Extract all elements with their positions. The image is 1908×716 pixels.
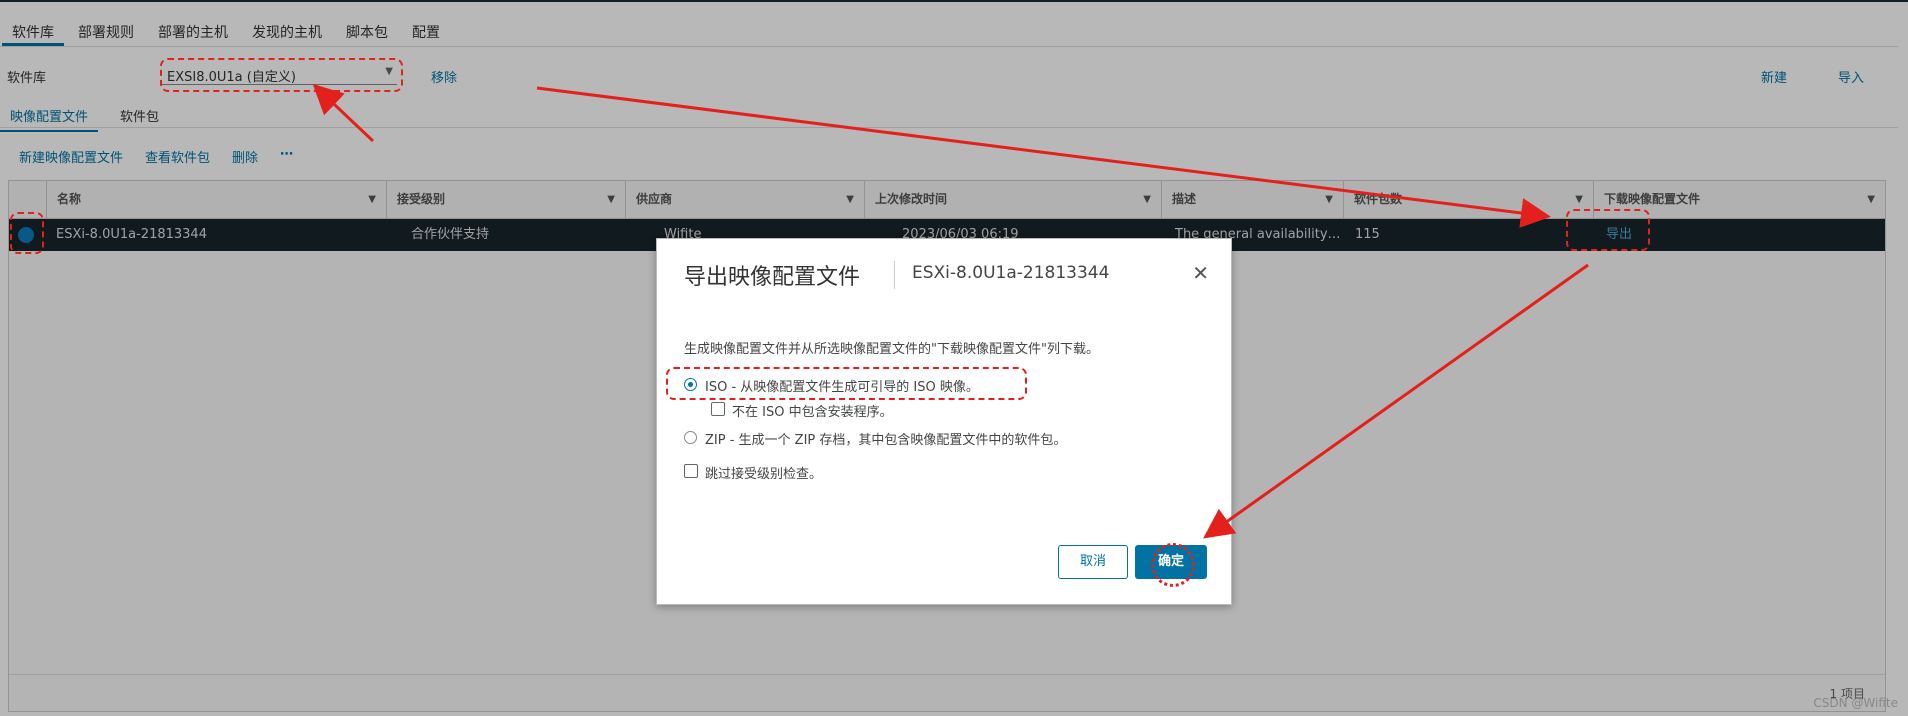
arrow-to-export — [536, 86, 1551, 228]
arrow-to-ok — [1203, 263, 1589, 539]
arrow-to-depot — [312, 83, 375, 143]
watermark: CSDN @Wifite — [1813, 696, 1898, 710]
annotation-arrows — [312, 83, 1589, 539]
